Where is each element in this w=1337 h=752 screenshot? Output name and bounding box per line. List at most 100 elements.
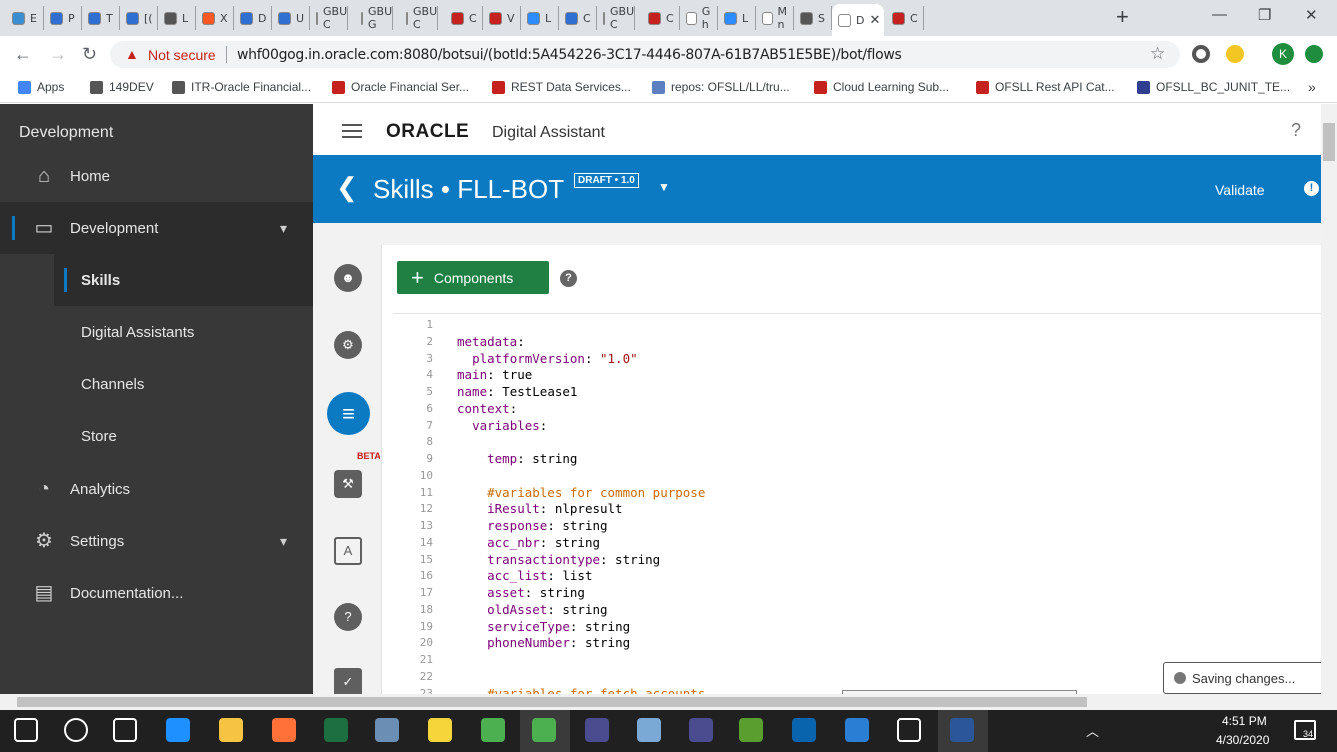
browser-tab[interactable]: D ✕: [832, 4, 884, 36]
edge-icon[interactable]: [166, 718, 190, 742]
browser-tab[interactable]: U: [272, 6, 310, 30]
code-line[interactable]: asset: string: [457, 585, 585, 600]
code-line[interactable]: acc_list: list: [457, 568, 592, 583]
chevron-down-icon[interactable]: ▾: [280, 220, 287, 237]
task-view-icon[interactable]: [113, 718, 137, 742]
quality-icon[interactable]: ✓: [334, 668, 362, 696]
browser-tab[interactable]: [(: [120, 6, 158, 30]
code-line[interactable]: response: string: [457, 518, 607, 533]
chevron-down-icon[interactable]: ▾: [280, 533, 287, 550]
back-arrow-icon[interactable]: ❮: [336, 172, 358, 203]
tray-chevron-icon[interactable]: ︿: [1086, 721, 1099, 740]
code-line[interactable]: iResult: nlpresult: [457, 501, 622, 516]
app-4-icon[interactable]: [739, 718, 763, 742]
browser-tab[interactable]: E: [6, 6, 44, 30]
horizontal-scroll-thumb[interactable]: [17, 697, 1087, 707]
browser-tab[interactable]: L: [158, 6, 196, 30]
settings-icon[interactable]: [897, 718, 921, 742]
sticky-notes-icon[interactable]: [428, 718, 452, 742]
validate-button[interactable]: Validate: [1215, 182, 1265, 198]
chrome-icon[interactable]: [532, 718, 556, 742]
flows-icon[interactable]: ≡: [327, 392, 370, 435]
browser-tab[interactable]: L: [718, 6, 756, 30]
notifications-icon[interactable]: 34: [1294, 720, 1316, 740]
code-line[interactable]: serviceType: string: [457, 619, 630, 634]
vertical-scrollbar[interactable]: [1321, 104, 1337, 694]
profile-avatar[interactable]: K: [1272, 43, 1294, 65]
code-line[interactable]: main: true: [457, 367, 532, 382]
excel-icon[interactable]: [324, 718, 348, 742]
sidebar-subitem-store[interactable]: Store: [54, 410, 313, 462]
browser-tab[interactable]: GBU G: [355, 5, 393, 31]
code-line[interactable]: variables:: [457, 418, 547, 433]
bookmarks-more-button[interactable]: »: [1308, 79, 1316, 95]
search-icon[interactable]: [64, 718, 88, 742]
code-line[interactable]: name: TestLease1: [457, 384, 577, 399]
sidebar-item-settings[interactable]: ⚙ Settings ▾: [0, 515, 313, 567]
eclipse-2-icon[interactable]: [689, 718, 713, 742]
file-explorer-icon[interactable]: [219, 718, 243, 742]
sidebar-item-home[interactable]: ⌂ Home: [0, 150, 313, 202]
bookmark-item[interactable]: 149DEV: [90, 80, 154, 94]
code-line[interactable]: platformVersion: "1.0": [457, 351, 638, 366]
close-window-button[interactable]: ✕: [1305, 6, 1318, 24]
bookmark-item[interactable]: repos: OFSLL/LL/tru...: [652, 80, 790, 94]
bookmark-item[interactable]: OFSLL_BC_JUNIT_TE...: [1137, 80, 1290, 94]
code-line[interactable]: oldAsset: string: [457, 602, 607, 617]
help-icon[interactable]: ?: [560, 270, 577, 287]
reload-button[interactable]: ↻: [82, 44, 97, 65]
entities-icon[interactable]: ⚙: [334, 331, 362, 359]
app-2-icon[interactable]: [481, 718, 505, 742]
code-line[interactable]: phoneNumber: string: [457, 635, 630, 650]
code-line[interactable]: temp: string: [457, 451, 577, 466]
app-1-icon[interactable]: [375, 718, 399, 742]
sidebar-item-documentation[interactable]: ▤ Documentation...: [0, 567, 313, 619]
hamburger-menu-icon[interactable]: [342, 124, 362, 138]
code-line[interactable]: acc_nbr: string: [457, 535, 600, 550]
sidebar-subitem-channels[interactable]: Channels: [54, 358, 313, 410]
bookmark-star-icon[interactable]: ☆: [1150, 44, 1165, 64]
browser-tab[interactable]: P: [44, 6, 82, 30]
add-components-button[interactable]: + Components: [397, 261, 549, 294]
minimize-button[interactable]: —: [1212, 6, 1227, 23]
browser-tab[interactable]: C: [559, 6, 597, 30]
windows-start-icon[interactable]: [14, 718, 38, 742]
browser-tab[interactable]: GBU C: [597, 5, 635, 31]
browser-tab[interactable]: G h: [680, 5, 718, 31]
bookmark-item[interactable]: Oracle Financial Ser...: [332, 80, 469, 94]
code-line[interactable]: metadata:: [457, 334, 525, 349]
clock-date[interactable]: 4/30/2020: [1216, 733, 1269, 747]
extension-icon[interactable]: [1226, 45, 1244, 63]
bookmark-item[interactable]: REST Data Services...: [492, 80, 631, 94]
bookmark-item[interactable]: ITR-Oracle Financial...: [172, 80, 311, 94]
browser-tab[interactable]: GBU C: [400, 5, 438, 31]
browser-tab[interactable]: C: [642, 6, 680, 30]
browser-tab[interactable]: X: [196, 6, 234, 30]
vertical-scroll-thumb[interactable]: [1323, 123, 1335, 161]
browser-tab[interactable]: V: [483, 6, 521, 30]
resource-bundles-icon[interactable]: A: [334, 537, 362, 565]
restore-button[interactable]: ❐: [1258, 6, 1271, 24]
app-3-icon[interactable]: [637, 718, 661, 742]
forward-button[interactable]: →: [49, 44, 67, 65]
code-line[interactable]: transactiontype: string: [457, 552, 660, 567]
app-5-icon[interactable]: [845, 718, 869, 742]
browser-tab[interactable]: GBU C: [310, 5, 348, 31]
firefox-icon[interactable]: [272, 718, 296, 742]
browser-tab[interactable]: S: [794, 6, 832, 30]
sidebar-item-development[interactable]: ▭ Development ▾: [0, 202, 313, 254]
alert-icon[interactable]: !: [1304, 181, 1319, 196]
update-icon[interactable]: [1305, 45, 1323, 63]
word-icon[interactable]: [950, 718, 974, 742]
browser-tab[interactable]: T: [82, 6, 120, 30]
extension-icon[interactable]: [1192, 45, 1210, 63]
clock-time[interactable]: 4:51 PM: [1222, 714, 1267, 728]
code-line[interactable]: context:: [457, 401, 517, 416]
intents-icon[interactable]: ☻: [334, 264, 362, 292]
sidebar-item-analytics[interactable]: ◔ Analytics: [0, 463, 313, 515]
outlook-icon[interactable]: [792, 718, 816, 742]
qna-icon[interactable]: ?: [334, 603, 362, 631]
help-icon[interactable]: ?: [1291, 120, 1301, 141]
browser-tab[interactable]: C: [445, 6, 483, 30]
code-line[interactable]: #variables for common purpose: [457, 485, 705, 500]
